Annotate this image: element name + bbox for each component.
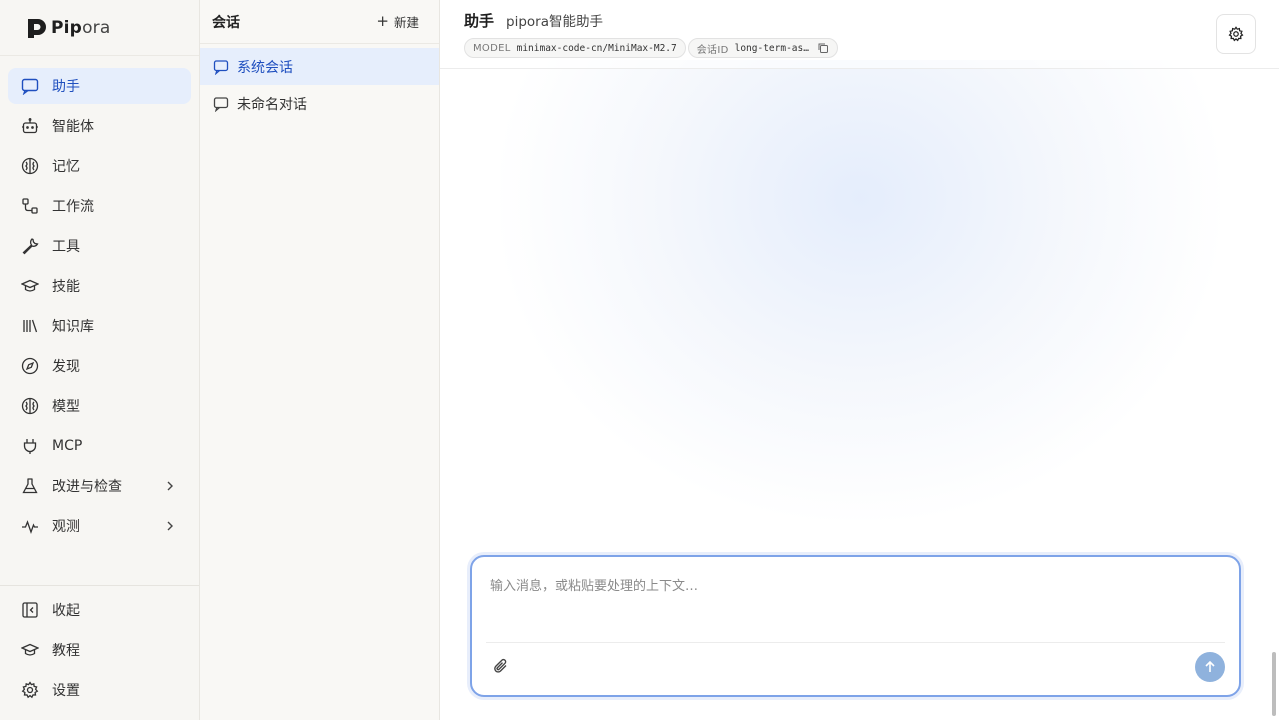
nav-label: 智能体 [52,119,94,135]
nav-item-workflow[interactable]: 工作流 [8,188,191,224]
new-conversation-label: 新建 [393,15,419,30]
gear-icon [21,681,39,699]
conversation-panel-header: 会话 + 新建 [200,0,439,44]
message-composer [470,555,1241,697]
conversation-panel-title: 会话 [212,14,240,31]
send-button[interactable] [1195,652,1225,682]
chat-icon [213,96,229,112]
sidebar: Pipora 助手 智能体 记忆 工作流 工具 技能 知识库 发现 模型 MCP… [0,0,200,720]
library-icon [23,319,38,333]
nav-item-settings[interactable]: 设置 [8,672,191,708]
arrow-up-icon [1205,660,1215,672]
nav-item-collapse[interactable]: 收起 [8,592,191,628]
flask-icon [22,478,38,494]
nav-item-discover[interactable]: 发现 [8,348,191,384]
conversation-item-label: 未命名对话 [237,96,307,113]
nav-item-tools[interactable]: 工具 [8,228,191,264]
gear-icon [1228,26,1244,42]
app-root: Pipora 助手 智能体 记忆 工作流 工具 技能 知识库 发现 模型 MCP… [0,0,1279,720]
conversation-list: 系统会话 未命名对话 [200,44,439,122]
plug-icon [23,439,37,454]
plus-icon: + [376,12,389,30]
nav-label: 记忆 [52,159,80,175]
nav-item-mcp[interactable]: MCP [8,428,191,464]
nav-label: 工具 [52,239,80,255]
model-chip[interactable]: MODEL minimax-code-cn/MiniMax-M2.7 [464,38,686,58]
nav-label: 知识库 [52,319,94,335]
brain-icon [21,397,39,415]
nav-label: 设置 [52,683,80,699]
page-title: 助手 [464,12,495,30]
collapse-icon [22,602,38,618]
brand-name-light: ora [82,17,111,38]
nav-item-assistant[interactable]: 助手 [8,68,191,104]
brain-icon [21,157,39,175]
message-input[interactable] [490,575,1220,635]
activity-icon [22,520,38,534]
composer-divider [486,642,1225,643]
chevron-right-icon [167,481,173,491]
workflow-icon [22,198,38,214]
nav-list: 助手 智能体 记忆 工作流 工具 技能 知识库 发现 模型 MCP 改进与检查 … [0,56,199,548]
graduation-cap-icon [21,643,39,656]
nav-item-improve-check[interactable]: 改进与检查 [8,468,191,504]
sidebar-footer: 收起 教程 设置 [0,585,199,720]
background-glow [500,60,1220,520]
wrench-icon [22,238,39,255]
nav-item-tutorial[interactable]: 教程 [8,632,191,668]
nav-item-models[interactable]: 模型 [8,388,191,424]
nav-item-skills[interactable]: 技能 [8,268,191,304]
conversation-item-label: 系统会话 [237,59,293,76]
brand-name: Pipora [51,18,110,38]
model-chip-key: MODEL [473,42,511,54]
nav-item-knowledge-base[interactable]: 知识库 [8,308,191,344]
chat-meta-chips: MODEL minimax-code-cn/MiniMax-M2.7 会话ID … [464,38,838,58]
chat-main: 助手 pipora智能助手 MODEL minimax-code-cn/Mini… [440,0,1279,720]
chat-icon [21,78,39,95]
nav-item-agents[interactable]: 智能体 [8,108,191,144]
brand[interactable]: Pipora [0,0,199,56]
nav-label: 工作流 [52,199,94,215]
chevron-right-icon [167,521,173,531]
nav-label: 发现 [52,359,80,375]
nav-item-memory[interactable]: 记忆 [8,148,191,184]
session-id-chip[interactable]: 会话ID long-term-as… [687,38,838,58]
model-chip-value: minimax-code-cn/MiniMax-M2.7 [516,42,677,54]
conversation-item[interactable]: 系统会话 [200,48,439,85]
nav-label: 改进与检查 [52,479,122,495]
compass-icon [21,357,39,375]
paperclip-icon[interactable] [492,657,510,675]
nav-label: 观测 [52,519,80,535]
conversation-panel: 会话 + 新建 系统会话 未命名对话 [200,0,440,720]
nav-label: 教程 [52,643,80,659]
chat-title-row: 助手 pipora智能助手 [464,10,603,31]
brand-name-strong: Pip [51,17,83,38]
conversation-item[interactable]: 未命名对话 [200,85,439,122]
nav-label: 助手 [52,79,80,95]
session-id-key: 会话ID [696,44,729,56]
nav-label: 收起 [52,603,80,619]
copy-icon[interactable] [817,42,829,54]
session-id-value: long-term-as… [734,42,809,54]
robot-icon [22,118,38,134]
nav-item-observe[interactable]: 观测 [8,508,191,544]
chat-header: 助手 pipora智能助手 MODEL minimax-code-cn/Mini… [440,0,1279,69]
pipora-logo-icon [28,18,46,38]
nav-label: MCP [52,438,83,454]
graduation-cap-icon [21,279,39,292]
scrollbar[interactable] [1272,652,1276,716]
page-subtitle: pipora智能助手 [506,14,603,30]
chat-icon [213,59,229,75]
chat-settings-button[interactable] [1216,14,1256,54]
nav-label: 模型 [52,399,80,415]
nav-label: 技能 [52,279,80,295]
new-conversation-button[interactable]: + 新建 [376,12,419,31]
